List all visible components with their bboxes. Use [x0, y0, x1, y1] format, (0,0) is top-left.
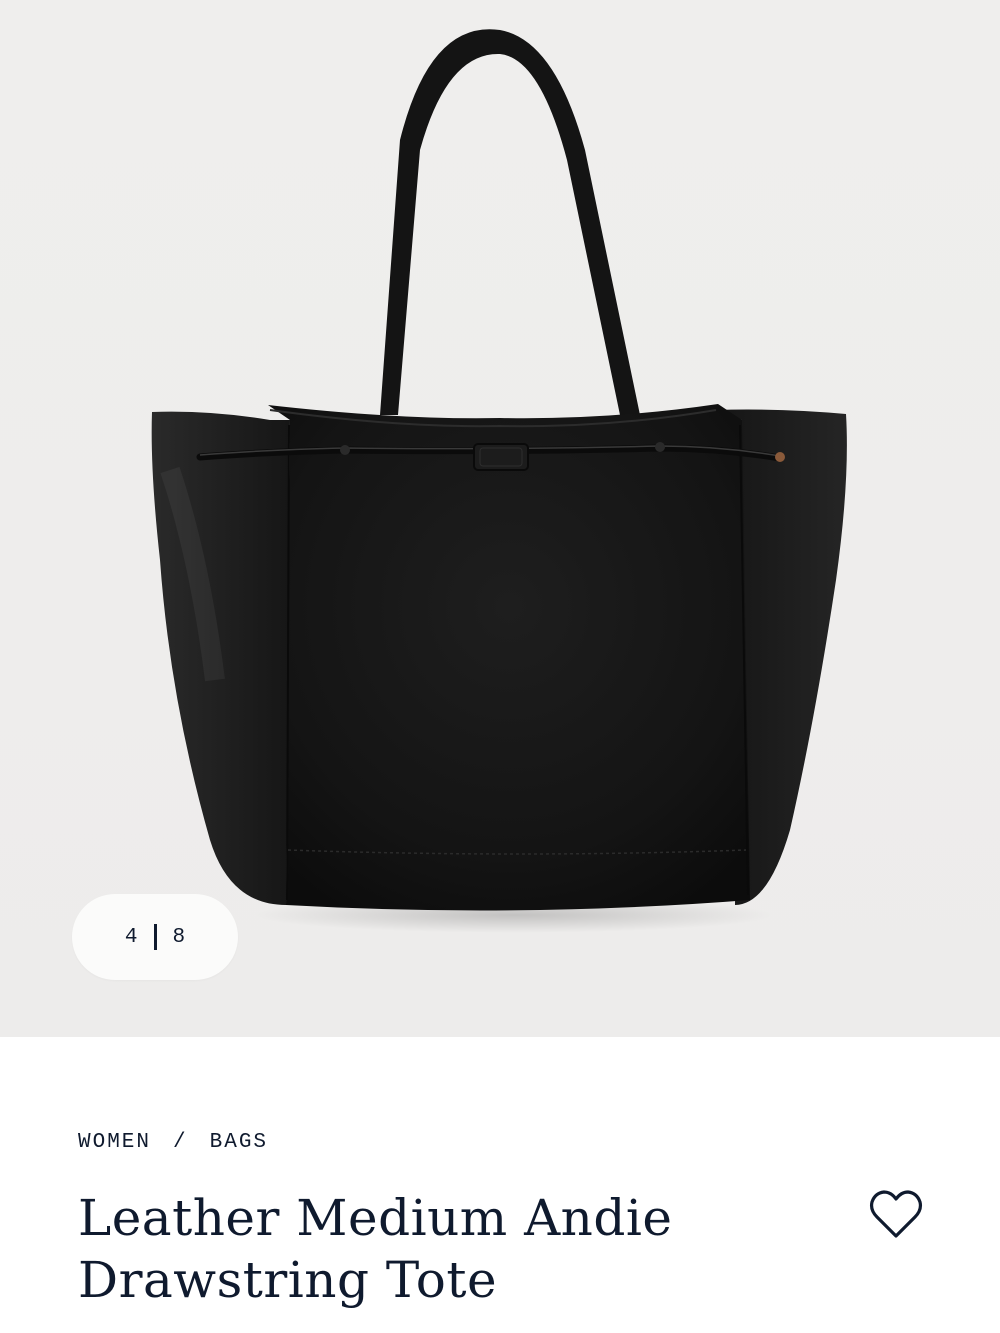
- product-image[interactable]: [0, 0, 1000, 1037]
- product-info: WOMEN / BAGS Leather Medium Andie Drawst…: [0, 1037, 1000, 1333]
- image-counter-total: 8: [172, 925, 186, 949]
- breadcrumb-item-bags[interactable]: BAGS: [210, 1131, 268, 1154]
- breadcrumb-item-women[interactable]: WOMEN: [78, 1131, 151, 1154]
- image-counter-separator: [153, 924, 157, 950]
- heart-icon: [869, 1190, 923, 1238]
- breadcrumb-separator: /: [173, 1131, 188, 1154]
- breadcrumb: WOMEN / BAGS: [78, 1131, 268, 1154]
- product-title: Leather Medium Andie Drawstring Tote: [78, 1189, 673, 1309]
- wishlist-button[interactable]: [866, 1187, 926, 1243]
- image-counter: 4 8: [72, 894, 238, 980]
- image-counter-current: 4: [124, 925, 138, 949]
- product-image-gallery[interactable]: 4 8: [0, 0, 1000, 1037]
